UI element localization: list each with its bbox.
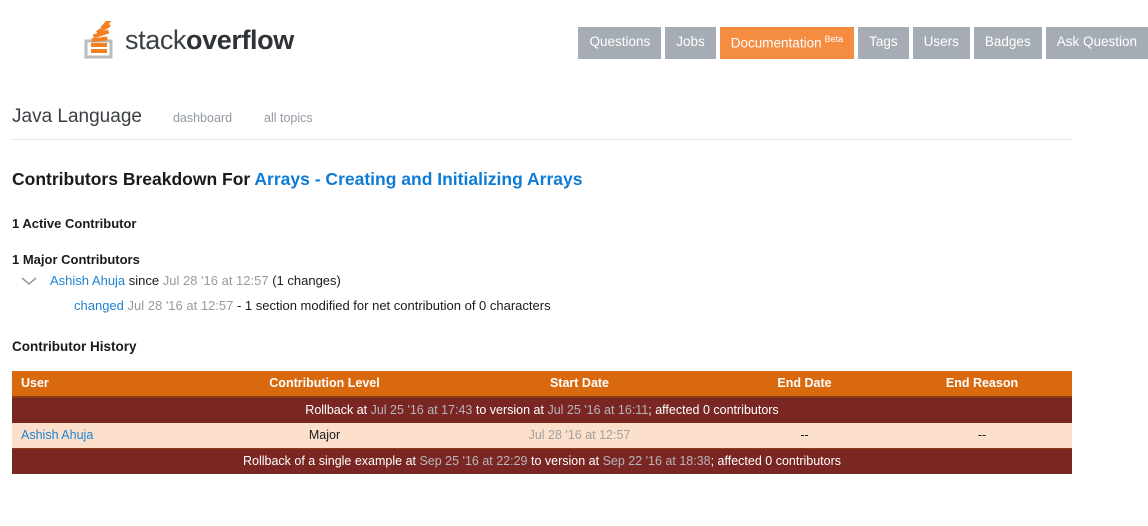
column-header-start-date[interactable]: Start Date <box>442 370 717 398</box>
contributor-history-heading: Contributor History <box>12 338 137 354</box>
rollback-text-2: to version at <box>527 453 603 468</box>
change-entry-link[interactable]: changed <box>74 298 124 313</box>
nav-label-tags: Tags <box>869 34 898 49</box>
main-nav: Questions Jobs Documentation Beta Tags Us… <box>578 27 1148 59</box>
cell-contribution-level: Major <box>207 422 442 449</box>
beta-badge: Beta <box>824 34 844 44</box>
nav-label-ask-question: Ask Question <box>1056 34 1137 49</box>
rollback-text-2: to version at <box>472 402 548 417</box>
rollback-date-1: Jul 25 '16 at 17:43 <box>370 402 473 417</box>
table-row-rollback: Rollback at Jul 25 '16 at 17:43 to versi… <box>12 396 1072 423</box>
nav-label-users: Users <box>923 34 959 49</box>
table-row: Ashish Ahuja Major Jul 28 '16 at 12:57 -… <box>12 422 1072 449</box>
change-entry-row: changed Jul 28 '16 at 12:57 - 1 section … <box>12 297 1072 316</box>
contributor-row: Ashish Ahuja since Jul 28 '16 at 12:57 (… <box>12 272 1072 291</box>
nav-item-badges[interactable]: Badges <box>973 27 1042 59</box>
top-bar: stackoverflow Questions Jobs Documentati… <box>0 0 1148 80</box>
rollback-date-2: Sep 22 '16 at 18:38 <box>602 453 711 468</box>
column-header-contribution-level[interactable]: Contribution Level <box>207 370 442 398</box>
page-title: Contributors Breakdown For Arrays - Crea… <box>12 169 1072 190</box>
nav-label-documentation: Documentation <box>730 35 822 51</box>
nav-item-ask-question[interactable]: Ask Question <box>1045 27 1148 59</box>
column-header-user[interactable]: User <box>12 370 207 398</box>
rollback-message: Rollback of a single example at Sep 25 '… <box>12 448 1072 474</box>
nav-label-questions: Questions <box>589 34 651 49</box>
contributor-user-link[interactable]: Ashish Ahuja <box>50 273 125 288</box>
cell-start-date: Jul 28 '16 at 12:57 <box>442 422 717 449</box>
rollback-date-1: Sep 25 '16 at 22:29 <box>419 453 528 468</box>
table-header-row: User Contribution Level Start Date End D… <box>12 370 1072 398</box>
change-entry-description: - 1 section modified for net contributio… <box>233 297 551 313</box>
rollback-text-3: ; affected 0 contributors <box>710 453 842 468</box>
breadcrumb-link-dashboard[interactable]: dashboard <box>173 111 232 125</box>
table-row-rollback: Rollback of a single example at Sep 25 '… <box>12 448 1072 474</box>
cell-start-date-value: Jul 28 '16 at 12:57 <box>528 427 631 442</box>
nav-item-users[interactable]: Users <box>912 27 970 59</box>
breadcrumb-link-all-topics[interactable]: all topics <box>264 111 313 125</box>
nav-item-tags[interactable]: Tags <box>858 27 909 59</box>
column-header-end-reason[interactable]: End Reason <box>892 370 1072 398</box>
nav-label-jobs: Jobs <box>676 34 705 49</box>
nav-item-documentation[interactable]: Documentation Beta <box>719 27 855 59</box>
contributor-since-label: since <box>125 273 163 288</box>
rollback-text-1: Rollback at <box>305 402 371 417</box>
logo-text-overflow: overflow <box>186 24 294 55</box>
chevron-down-icon[interactable] <box>20 274 38 288</box>
cell-user-link[interactable]: Ashish Ahuja <box>21 428 93 442</box>
cell-end-reason: -- <box>892 422 1072 449</box>
site-logo[interactable]: stackoverflow <box>84 18 294 62</box>
main-content: Contributors Breakdown For Arrays - Crea… <box>12 169 1072 474</box>
rollback-date-2: Jul 25 '16 at 16:11 <box>547 402 649 417</box>
rollback-text-1: Rollback of a single example at <box>242 453 420 468</box>
page-title-prefix: Contributors Breakdown For <box>12 169 255 189</box>
contributor-history-table: User Contribution Level Start Date End D… <box>12 370 1072 474</box>
cell-end-date: -- <box>717 422 892 449</box>
stackoverflow-logo-icon <box>84 21 113 59</box>
major-contributor-count: 1 Major Contributors <box>12 252 140 267</box>
breadcrumb-title: Java Language <box>12 106 142 127</box>
logo-text-stack: stack <box>125 24 187 55</box>
cell-user: Ashish Ahuja <box>12 422 207 449</box>
nav-label-badges: Badges <box>984 34 1031 49</box>
rollback-text-3: ; affected 0 contributors <box>648 402 779 417</box>
nav-item-jobs[interactable]: Jobs <box>665 27 716 59</box>
rollback-message: Rollback at Jul 25 '16 at 17:43 to versi… <box>12 396 1072 423</box>
nav-item-questions[interactable]: Questions <box>578 27 662 59</box>
active-contributor-count: 1 Active Contributor <box>12 216 137 231</box>
topic-link[interactable]: Arrays - Creating and Initializing Array… <box>254 169 582 189</box>
change-entry-date: Jul 28 '16 at 12:57 <box>127 297 234 313</box>
breadcrumb: Java Language dashboard all topics <box>12 106 1072 140</box>
contributor-since-date: Jul 28 '16 at 12:57 <box>162 273 269 288</box>
column-header-end-date[interactable]: End Date <box>717 370 892 398</box>
contributor-changes-count: (1 changes) <box>268 273 341 288</box>
logo-wordmark: stackoverflow <box>125 24 294 55</box>
